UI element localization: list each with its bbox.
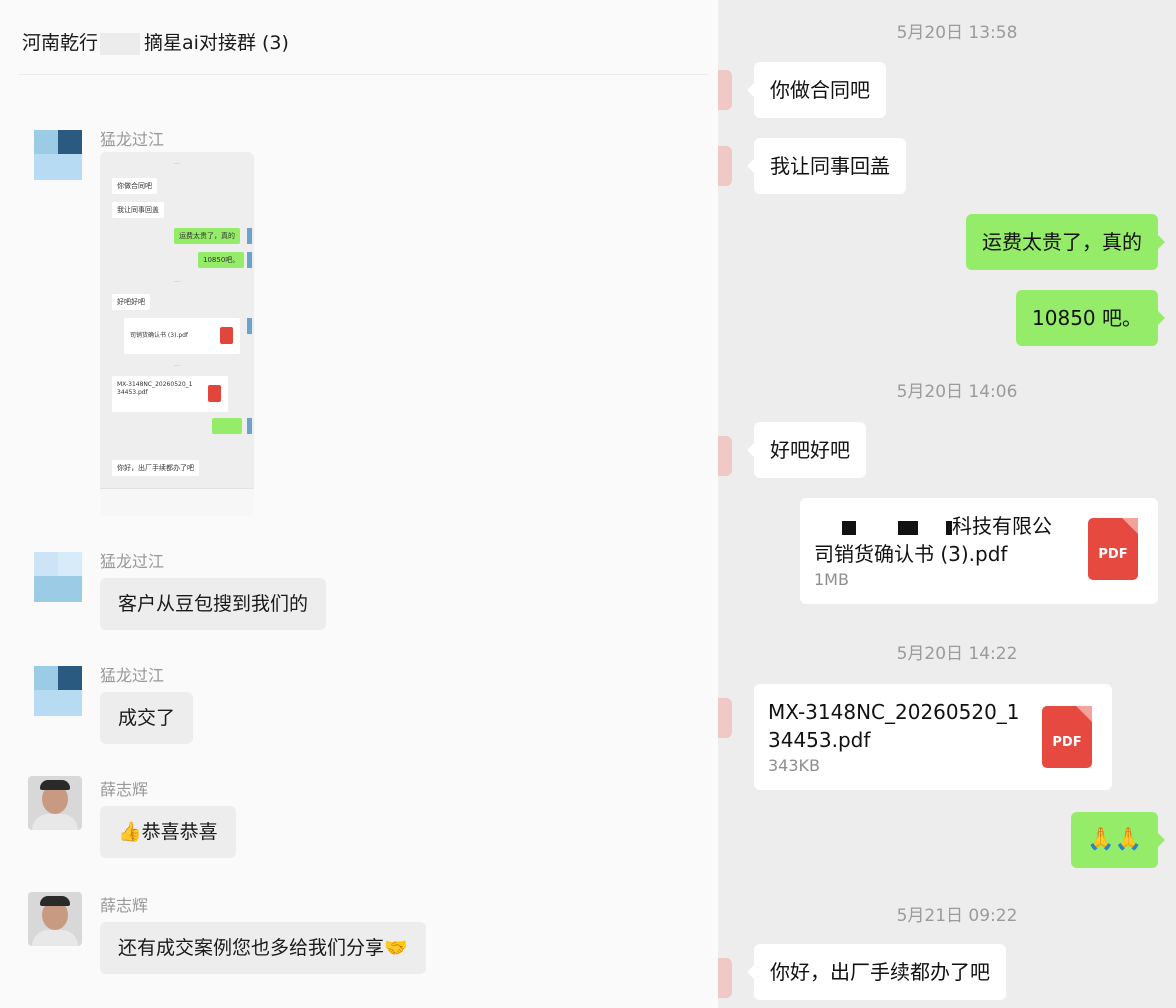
avatar[interactable] xyxy=(28,776,82,830)
message-item: 薛志辉 👍恭喜恭喜 xyxy=(28,776,708,862)
mini-input-bar xyxy=(100,488,254,516)
sender-name: 猛龙过江 xyxy=(100,130,165,149)
avatar[interactable] xyxy=(28,662,82,716)
contact-avatar[interactable] xyxy=(718,958,732,998)
message-bubble-received[interactable]: 我让同事回盖 xyxy=(747,138,906,194)
avatar-tile xyxy=(58,552,82,576)
avatar-tile xyxy=(58,666,82,690)
message-bubble-received[interactable]: 你好，出厂手续都办了吧 xyxy=(747,944,1006,1000)
avatar[interactable] xyxy=(28,126,82,180)
avatar-figure xyxy=(40,896,70,906)
pdf-icon: PDF xyxy=(1042,706,1092,768)
contact-avatar[interactable] xyxy=(718,146,732,186)
file-name-line1: MX-3148NC_20260520_1 xyxy=(768,700,1020,724)
file-name: MX-3148NC_20260520_1 34453.pdf xyxy=(768,698,1038,754)
left-group-chat-panel: 河南乾行 摘星ai对接群 (3) 猛龙过江 — 你做合同吧 我让同事回盖 运费太贵… xyxy=(0,0,718,1008)
file-size: 1MB xyxy=(814,570,849,589)
redacted-region xyxy=(100,32,141,55)
mini-avatar xyxy=(247,252,252,268)
mini-avatar xyxy=(247,418,252,434)
pdf-icon xyxy=(208,385,221,402)
avatar-tile xyxy=(34,130,58,154)
mini-bubble: 你做合同吧 xyxy=(112,178,157,194)
chat-title-suffix: 摘星ai对接群 (3) xyxy=(144,32,289,54)
mini-timestamp: — xyxy=(174,362,180,369)
mini-avatar xyxy=(247,228,252,244)
avatar-tile xyxy=(34,552,58,576)
avatar-tile xyxy=(34,690,82,716)
chat-title-prefix: 河南乾行 xyxy=(22,32,99,54)
sender-name: 薛志辉 xyxy=(100,896,149,915)
mini-bubble: 10850吧。 xyxy=(198,252,245,268)
message-item: 猛龙过江 成交了 xyxy=(28,662,708,746)
mini-timestamp: — xyxy=(174,160,180,167)
message-screenshot: 猛龙过江 — 你做合同吧 我让同事回盖 运费太贵了，真的 10850吧。 — 好… xyxy=(28,126,708,520)
file-name-line2: 司销货确认书 (3).pdf xyxy=(814,542,1008,566)
mini-file-name: MX-3148NC_20260520_1 34453.pdf xyxy=(117,381,192,397)
sender-name: 猛龙过江 xyxy=(100,666,165,685)
file-name-line1: 科技有限公 xyxy=(952,514,1052,538)
timestamp: 5月21日 09:22 xyxy=(896,906,1018,926)
avatar[interactable] xyxy=(28,892,82,946)
message-bubble-sent[interactable]: 10850 吧。 xyxy=(1016,290,1165,346)
redacted-region xyxy=(842,520,856,535)
contact-avatar[interactable] xyxy=(718,70,732,110)
timestamp: 5月20日 14:22 xyxy=(896,644,1018,664)
sender-name: 猛龙过江 xyxy=(100,552,165,571)
message-item: 猛龙过江 客户从豆包搜到我们的 xyxy=(28,548,708,632)
mini-avatar xyxy=(247,318,252,334)
mini-bubble: 运费太贵了，真的 xyxy=(174,228,240,244)
pdf-icon xyxy=(220,327,233,344)
contact-avatar[interactable] xyxy=(718,436,732,476)
emoji-message-sent[interactable]: 🙏🙏 xyxy=(1071,812,1165,868)
avatar-figure xyxy=(40,780,70,790)
message-bubble-received[interactable]: 你做合同吧 xyxy=(747,62,886,118)
title-divider xyxy=(18,74,708,75)
mini-file-name-line: MX-3148NC_20260520_1 xyxy=(117,381,193,388)
mini-file-name: 司销货确认书 (3).pdf xyxy=(130,332,189,339)
message-bubble-received[interactable]: 好吧好吧 xyxy=(747,422,866,478)
message-bubble[interactable]: 成交了 xyxy=(100,692,194,744)
redacted-region xyxy=(898,520,918,535)
avatar-figure xyxy=(32,930,78,946)
mini-bubble: 你好，出厂手续都办了吧 xyxy=(112,460,199,476)
file-message-received[interactable]: MX-3148NC_20260520_1 34453.pdf 343KB PDF xyxy=(754,684,1112,790)
mini-file-card: 司销货确认书 (3).pdf xyxy=(124,318,240,354)
sender-name: 薛志辉 xyxy=(100,780,149,799)
avatar-tile xyxy=(34,576,82,602)
mini-timestamp: — xyxy=(174,278,180,285)
message-bubble[interactable]: 客户从豆包搜到我们的 xyxy=(100,578,327,630)
mini-file-name-line: 34453.pdf xyxy=(117,389,148,396)
shared-screenshot-image[interactable]: — 你做合同吧 我让同事回盖 运费太贵了，真的 10850吧。 — 好吧好吧 司… xyxy=(100,152,254,516)
file-message-sent[interactable]: 科技有限公 司销货确认书 (3).pdf 1MB PDF xyxy=(800,498,1158,604)
avatar-figure xyxy=(32,814,78,830)
mini-file-card: MX-3148NC_20260520_1 34453.pdf xyxy=(112,376,228,412)
message-bubble-sent[interactable]: 运费太贵了，真的 xyxy=(966,214,1165,270)
mini-bubble: 好吧好吧 xyxy=(112,294,150,310)
avatar[interactable] xyxy=(28,548,82,602)
file-name-line2: 34453.pdf xyxy=(768,728,871,752)
pdf-icon: PDF xyxy=(1088,518,1138,580)
avatar-tile xyxy=(34,154,82,180)
timestamp: 5月20日 13:58 xyxy=(896,23,1018,43)
mini-emoji-bubble xyxy=(212,418,242,434)
mini-bubble: 我让同事回盖 xyxy=(112,202,164,218)
avatar-tile xyxy=(58,130,82,154)
message-item: 薛志辉 还有成交案例您也多给我们分享🤝 xyxy=(28,892,708,978)
right-private-chat-panel: 5月20日 13:58 你做合同吧 我让同事回盖 运费太贵了，真的 10850 … xyxy=(718,0,1176,1008)
contact-avatar[interactable] xyxy=(718,698,732,738)
file-size: 343KB xyxy=(768,756,821,775)
message-bubble[interactable]: 还有成交案例您也多给我们分享🤝 xyxy=(100,922,426,974)
message-bubble[interactable]: 👍恭喜恭喜 xyxy=(100,806,236,858)
chat-title: 河南乾行 摘星ai对接群 (3) xyxy=(22,28,289,55)
file-name: 科技有限公 司销货确认书 (3).pdf xyxy=(814,512,1084,568)
timestamp: 5月20日 14:06 xyxy=(896,382,1018,402)
avatar-tile xyxy=(34,666,58,690)
